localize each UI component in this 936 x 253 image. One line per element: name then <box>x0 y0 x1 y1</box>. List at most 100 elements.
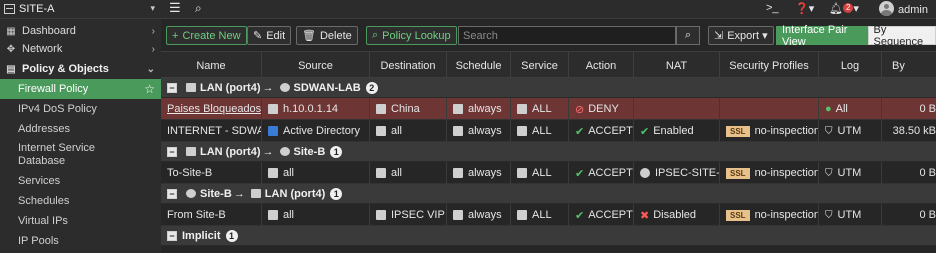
policy-service: ALL <box>511 162 569 184</box>
toolbar: + Create New ✎ Edit 🗑︎ Delete ⌕ Policy Looku… <box>161 19 936 51</box>
hamburger-icon[interactable]: ☰ <box>169 0 181 16</box>
sidebar-subitem-isdb[interactable]: Internet Service Database <box>0 139 161 171</box>
search-input[interactable]: Search <box>458 26 676 45</box>
help-icon[interactable]: ❓▾ <box>795 2 814 15</box>
column-header-destination[interactable]: Destination <box>370 52 447 79</box>
policy-log: ⛉ UTM <box>819 162 882 184</box>
notifications-button[interactable]: 🔔︎ 2 ▾ <box>829 2 859 15</box>
star-icon[interactable]: ☆ <box>144 82 155 96</box>
policy-destination: all <box>370 162 447 184</box>
sidebar-item-label: Policy & Objects <box>22 63 109 75</box>
policy-name: From Site-B <box>161 204 262 226</box>
table-row[interactable]: INTERNET - SDWAN Active Directory all al… <box>161 120 936 142</box>
search-icon: ⌕ <box>684 29 692 41</box>
interface-pair-view-button[interactable]: Interface Pair View <box>776 24 868 48</box>
collapse-icon[interactable]: − <box>167 188 177 199</box>
column-header-security-profiles[interactable]: Security Profiles <box>720 52 819 79</box>
sidebar-item-dashboard[interactable]: ▦ Dashboard › <box>0 21 161 41</box>
policy-lookup-button[interactable]: ⌕ Policy Lookup <box>366 26 457 45</box>
export-icon: ⇲ <box>714 30 724 42</box>
collapse-icon[interactable]: − <box>167 230 177 241</box>
policy-icon: ▤ <box>6 63 16 75</box>
terminal-icon[interactable]: >_ <box>766 2 779 14</box>
device-selector[interactable]: SITE-A ▾ <box>0 0 161 19</box>
create-new-button[interactable]: + Create New <box>166 26 247 45</box>
interface-icon <box>186 147 196 156</box>
column-header-source[interactable]: Source <box>262 52 370 79</box>
arrow-right-icon: → <box>262 81 274 94</box>
column-header-service[interactable]: Service <box>511 52 569 79</box>
interface-pair-group[interactable]: − Site-B → LAN (port4) 1 <box>161 184 936 204</box>
schedule-icon <box>453 126 463 136</box>
x-circle-icon: ✖ <box>640 209 650 222</box>
interface-pair-group[interactable]: − LAN (port4) → SDWAN-LAB 2 <box>161 78 936 98</box>
tunnel-icon <box>279 147 290 156</box>
pencil-icon: ✎ <box>253 30 263 42</box>
service-icon <box>517 126 527 136</box>
sidebar: SITE-A ▾ ▦ Dashboard › ✥ Network › ▤ Pol… <box>0 0 161 253</box>
collapse-icon[interactable]: − <box>167 146 177 157</box>
column-header-name[interactable]: Name <box>161 52 262 79</box>
arrow-right-icon: → <box>262 145 274 158</box>
interface-icon <box>250 189 261 198</box>
magnifier-icon: ⌕ <box>372 29 379 41</box>
sidebar-subitem-virtual-ips[interactable]: Virtual IPs <box>0 211 161 231</box>
sidebar-subitem-schedules[interactable]: Schedules <box>0 191 161 211</box>
top-bar: ☰ ⌕ >_ ❓▾ 🔔︎2▾ admin ▾ <box>161 0 936 29</box>
service-icon <box>517 168 527 178</box>
table-row[interactable]: From Site-B all IPSEC VIP always ALL ✔ AC… <box>161 204 936 226</box>
sidebar-item-policy-objects[interactable]: ▤ Policy & Objects ⌄ <box>0 59 161 79</box>
sidebar-item-label: Network <box>22 43 63 55</box>
sidebar-subitem-dos-policy[interactable]: IPv4 DoS Policy <box>0 99 161 119</box>
sdwan-icon <box>279 83 290 92</box>
collapse-icon[interactable]: − <box>167 82 177 93</box>
service-icon <box>517 210 527 220</box>
column-header-action[interactable]: Action <box>569 52 634 79</box>
sidebar-subitem-ip-pools[interactable]: IP Pools <box>0 231 161 251</box>
policy-action: ✔ ACCEPT <box>569 162 634 184</box>
device-name: SITE-A <box>19 3 55 15</box>
delete-button[interactable]: 🗑︎ Delete <box>296 26 358 45</box>
policy-action: ✔ ACCEPT <box>569 120 634 142</box>
policy-nat <box>634 98 720 120</box>
view-toggle: Interface Pair View By Sequence <box>776 24 936 48</box>
export-button[interactable]: ⇲ Export ▾ <box>708 26 774 45</box>
policy-destination: China <box>370 98 447 120</box>
policy-action: ⊘ DENY <box>569 98 634 120</box>
policy-destination: IPSEC VIP <box>370 204 447 226</box>
policy-log: ⛉ UTM <box>819 204 882 226</box>
policy-source: all <box>262 204 370 226</box>
policy-source: h.10.0.1.14 <box>262 98 370 120</box>
column-header-nat[interactable]: NAT <box>634 52 720 79</box>
sidebar-item-label: Dashboard <box>22 25 76 37</box>
policy-log: ● All <box>819 98 882 120</box>
search-icon[interactable]: ⌕ <box>195 1 202 16</box>
policy-bytes: 0 B <box>919 167 936 179</box>
sidebar-subitem-services[interactable]: Services <box>0 171 161 191</box>
virtual-ip-icon <box>376 210 386 220</box>
column-header-schedule[interactable]: Schedule <box>447 52 511 79</box>
geography-icon <box>376 104 386 114</box>
interface-pair-group[interactable]: − LAN (port4) → Site-B 1 <box>161 142 936 162</box>
column-header-bytes[interactable]: By <box>882 52 936 79</box>
by-sequence-button[interactable]: By Sequence <box>867 24 936 48</box>
implicit-group[interactable]: − Implicit 1 <box>161 226 936 246</box>
sidebar-subitem-firewall-policy[interactable]: Firewall Policy ☆ <box>0 79 161 99</box>
column-header-log[interactable]: Log <box>819 52 882 79</box>
check-circle-icon: ● <box>825 103 832 115</box>
search-submit-button[interactable]: ⌕ <box>676 26 700 45</box>
table-row[interactable]: To-Site-B all all always ALL ✔ ACCEPT IPS… <box>161 162 936 184</box>
sidebar-item-network[interactable]: ✥ Network › <box>0 39 161 59</box>
address-icon <box>268 104 278 114</box>
policy-bytes: 38.50 kB <box>892 125 936 137</box>
schedule-icon <box>453 210 463 220</box>
policy-log: ⛉ UTM <box>819 120 882 142</box>
chevron-right-icon: › <box>151 43 155 55</box>
trash-icon: 🗑︎ <box>302 30 316 42</box>
table-row[interactable]: Paises Bloqueados h.10.0.1.14 China alwa… <box>161 98 936 120</box>
chevron-right-icon: › <box>151 25 155 37</box>
deny-icon: ⊘ <box>575 103 585 116</box>
group-count-badge: 1 <box>225 229 238 242</box>
sidebar-subitem-addresses[interactable]: Addresses <box>0 119 161 139</box>
edit-button[interactable]: ✎ Edit <box>247 26 292 45</box>
